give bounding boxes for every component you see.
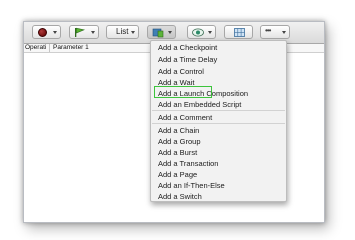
- menu-item-add-embedded-script[interactable]: Add an Embedded Script: [158, 100, 241, 109]
- flag-button[interactable]: [69, 25, 99, 39]
- column-operation[interactable]: Operati: [25, 44, 46, 52]
- column-divider[interactable]: [49, 44, 50, 52]
- menu-item-add-page[interactable]: Add a Page: [158, 170, 197, 179]
- chevron-down-icon: [131, 31, 135, 34]
- list-label: List: [116, 27, 129, 36]
- menu-item-add-checkpoint[interactable]: Add a Checkpoint: [158, 43, 217, 52]
- menu-item-add-wait[interactable]: Add a Wait: [158, 78, 194, 87]
- menu-item-add-if-then-else[interactable]: Add an If-Then-Else: [158, 181, 225, 190]
- menu-separator: [152, 123, 285, 124]
- eye-icon: [192, 28, 204, 37]
- chevron-down-icon: [53, 31, 57, 34]
- record-button[interactable]: [32, 25, 61, 39]
- chevron-down-icon: [282, 31, 286, 34]
- more-label: •••: [265, 26, 271, 35]
- grid-icon: [234, 28, 245, 37]
- list-button[interactable]: List: [106, 25, 139, 39]
- more-button[interactable]: •••: [260, 25, 290, 39]
- menu-separator: [152, 110, 285, 111]
- menu-item-add-transaction[interactable]: Add a Transaction: [158, 159, 218, 168]
- add-step-menu: Add a Checkpoint Add a Time Delay Add a …: [150, 40, 287, 202]
- menu-item-add-burst[interactable]: Add a Burst: [158, 148, 197, 157]
- view-button[interactable]: [187, 25, 216, 39]
- column-parameter-1[interactable]: Parameter 1: [53, 44, 89, 52]
- grid-button[interactable]: [224, 25, 253, 39]
- menu-item-add-chain[interactable]: Add a Chain: [158, 126, 199, 135]
- menu-item-add-time-delay[interactable]: Add a Time Delay: [158, 55, 217, 64]
- menu-item-add-group[interactable]: Add a Group: [158, 137, 201, 146]
- flag-icon: [75, 27, 86, 37]
- menu-item-add-launch-composition[interactable]: Add a Launch Composition: [158, 89, 248, 98]
- chevron-down-icon: [91, 31, 95, 34]
- chevron-down-icon: [168, 31, 172, 34]
- record-icon: [38, 28, 47, 37]
- menu-item-add-switch[interactable]: Add a Switch: [158, 192, 202, 201]
- chevron-down-icon: [208, 31, 212, 34]
- app-window: List ••• Operati Parameter 1 Add a Check…: [23, 21, 325, 223]
- menu-item-add-control[interactable]: Add a Control: [158, 67, 204, 76]
- menu-item-add-comment[interactable]: Add a Comment: [158, 113, 212, 122]
- add-step-button[interactable]: [147, 25, 176, 39]
- add-step-icon: [152, 28, 164, 38]
